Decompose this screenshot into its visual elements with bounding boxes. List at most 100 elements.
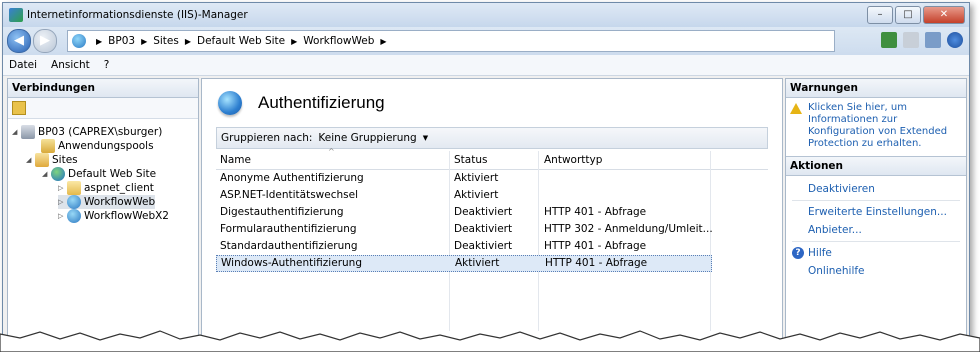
actions-panel: Warnungen Klicken Sie hier, um Informati… xyxy=(785,78,967,345)
help-icon[interactable] xyxy=(947,32,963,48)
breadcrumb-server[interactable]: BP03 xyxy=(108,35,135,47)
expand-toggle-icon[interactable]: ◢ xyxy=(26,156,35,164)
cell-status: Aktiviert xyxy=(454,172,499,184)
title-bar: Internetinformationsdienste (IIS)-Manage… xyxy=(3,3,969,27)
menu-file[interactable]: Datei xyxy=(9,59,37,71)
tree-node-aspnet-client[interactable]: ▷ aspnet_client xyxy=(58,181,154,195)
connections-panel: Verbindungen ◢ BP03 (CAPREX\sburger) Anw… xyxy=(7,78,199,345)
tree-label: Sites xyxy=(52,154,78,166)
tree-label: aspnet_client xyxy=(84,182,154,194)
window-controls: – □ ✕ xyxy=(865,6,965,24)
table-header: Name ^ Status Antworttyp xyxy=(216,147,768,170)
application-icon xyxy=(67,209,81,223)
cell-name: Windows-Authentifizierung xyxy=(221,257,362,269)
connect-icon[interactable] xyxy=(881,32,897,48)
back-button[interactable]: ◀ xyxy=(7,29,31,53)
tree-node-server[interactable]: ◢ BP03 (CAPREX\sburger) xyxy=(12,125,162,139)
minimize-button[interactable]: – xyxy=(867,6,893,24)
table-row[interactable]: ASP.NET-Identitätswechsel Aktiviert xyxy=(216,188,710,203)
action-online-help[interactable]: Onlinehilfe xyxy=(786,262,966,280)
menu-help[interactable]: ? xyxy=(104,59,110,71)
sites-icon xyxy=(35,153,49,167)
feature-panel: Authentifizierung Gruppieren nach: Keine… xyxy=(201,78,783,345)
tree-node-workflowwebx2[interactable]: ▷ WorkflowWebX2 xyxy=(58,209,169,223)
action-help[interactable]: ? Hilfe xyxy=(786,244,966,262)
iis-manager-window: Internetinformationsdienste (IIS)-Manage… xyxy=(2,2,970,346)
window-title: Internetinformationsdienste (IIS)-Manage… xyxy=(27,9,248,21)
breadcrumb-site[interactable]: Default Web Site xyxy=(197,35,285,47)
help-icon: ? xyxy=(792,247,804,259)
group-by-select[interactable]: Keine Gruppierung ▼ xyxy=(318,132,428,144)
actions-title: Aktionen xyxy=(786,156,966,176)
expand-toggle-icon[interactable]: ▷ xyxy=(58,184,67,192)
action-providers[interactable]: Anbieter... xyxy=(786,221,966,239)
expand-toggle-icon[interactable]: ▷ xyxy=(58,198,67,206)
tree-node-app-pools[interactable]: Anwendungspools xyxy=(32,139,154,153)
cell-name: Anonyme Authentifizierung xyxy=(220,172,364,184)
tree-node-workflowweb[interactable]: ▷ WorkflowWeb xyxy=(58,195,156,209)
cell-name: Standardauthentifizierung xyxy=(220,240,358,252)
chevron-down-icon: ▼ xyxy=(422,134,429,142)
auth-table: Name ^ Status Antworttyp Anonyme Authent… xyxy=(216,147,768,331)
action-advanced-settings[interactable]: Erweiterte Einstellungen... xyxy=(786,203,966,221)
breadcrumb-app[interactable]: WorkflowWeb xyxy=(303,35,374,47)
cell-status: Deaktiviert xyxy=(454,240,513,252)
tree-label: Anwendungspools xyxy=(58,140,154,152)
menu-bar: Datei Ansicht ? xyxy=(3,55,969,76)
action-deactivate[interactable]: Deaktivieren xyxy=(786,180,966,198)
warning-message[interactable]: Klicken Sie hier, um Informationen zur K… xyxy=(786,98,966,156)
tree-label: BP03 (CAPREX\sburger) xyxy=(38,126,163,138)
cell-response-type: HTTP 401 - Abfrage xyxy=(544,206,647,218)
connections-toolbar xyxy=(8,98,198,119)
divider xyxy=(792,241,960,242)
expand-toggle-icon[interactable]: ▷ xyxy=(58,212,67,220)
breadcrumb-separator: ▶ xyxy=(184,36,192,46)
cell-status: Aktiviert xyxy=(455,257,500,269)
tree-label: WorkflowWebX2 xyxy=(84,210,169,222)
forward-button[interactable]: ▶ xyxy=(33,29,57,53)
tree-node-default-site[interactable]: ◢ Default Web Site xyxy=(42,167,156,181)
table-row[interactable]: Formularauthentifizierung Deaktiviert HT… xyxy=(216,222,713,237)
table-row-selected[interactable]: Windows-Authentifizierung Aktiviert HTTP… xyxy=(216,255,712,272)
column-divider[interactable] xyxy=(710,151,711,331)
action-help-label: Hilfe xyxy=(808,247,832,259)
expand-toggle-icon[interactable]: ◢ xyxy=(42,170,51,178)
breadcrumb-separator: ▶ xyxy=(96,36,103,46)
table-row[interactable]: Standardauthentifizierung Deaktiviert HT… xyxy=(216,239,710,254)
cell-response-type: HTTP 401 - Abfrage xyxy=(544,240,647,252)
cell-status: Deaktiviert xyxy=(454,223,513,235)
table-row[interactable]: Anonyme Authentifizierung Aktiviert xyxy=(216,171,710,186)
home-icon[interactable] xyxy=(925,32,941,48)
column-header-status[interactable]: Status xyxy=(454,154,487,166)
breadcrumb-separator: ▶ xyxy=(380,36,387,46)
cell-name: ASP.NET-Identitätswechsel xyxy=(220,189,358,201)
cell-name: Digestauthentifizierung xyxy=(220,206,344,218)
stop-icon[interactable] xyxy=(903,32,919,48)
column-header-name[interactable]: Name xyxy=(220,154,251,166)
tree-label: WorkflowWeb xyxy=(84,196,156,208)
breadcrumb[interactable]: ▶ BP03 ▶ Sites ▶ Default Web Site ▶ Work… xyxy=(67,30,835,52)
tree-node-sites[interactable]: ◢ Sites xyxy=(26,153,78,167)
breadcrumb-sites[interactable]: Sites xyxy=(153,35,179,47)
group-by-value: Keine Gruppierung xyxy=(318,132,417,144)
column-header-response-type[interactable]: Antworttyp xyxy=(544,154,602,166)
application-icon xyxy=(67,195,81,209)
app-pool-icon xyxy=(41,139,55,153)
table-row[interactable]: Digestauthentifizierung Deaktiviert HTTP… xyxy=(216,205,710,220)
page-title: Authentifizierung xyxy=(258,93,385,112)
cell-name: Formularauthentifizierung xyxy=(220,223,357,235)
expand-toggle-icon[interactable]: ◢ xyxy=(12,128,21,136)
menu-view[interactable]: Ansicht xyxy=(51,59,90,71)
breadcrumb-separator: ▶ xyxy=(141,36,148,46)
warning-link[interactable]: Klicken Sie hier, um Informationen zur K… xyxy=(808,102,962,150)
address-tools xyxy=(875,32,963,48)
new-connection-icon[interactable] xyxy=(12,101,26,115)
maximize-button[interactable]: □ xyxy=(895,6,921,24)
cell-response-type: HTTP 302 - Anmeldung/Umleit... xyxy=(544,223,713,235)
group-by-label: Gruppieren nach: xyxy=(221,132,313,144)
sort-arrow-icon: ^ xyxy=(328,147,335,156)
feature-header: Authentifizierung xyxy=(202,79,782,127)
tree-label: Default Web Site xyxy=(68,168,157,180)
close-button[interactable]: ✕ xyxy=(923,6,965,24)
iis-app-icon xyxy=(9,8,23,22)
